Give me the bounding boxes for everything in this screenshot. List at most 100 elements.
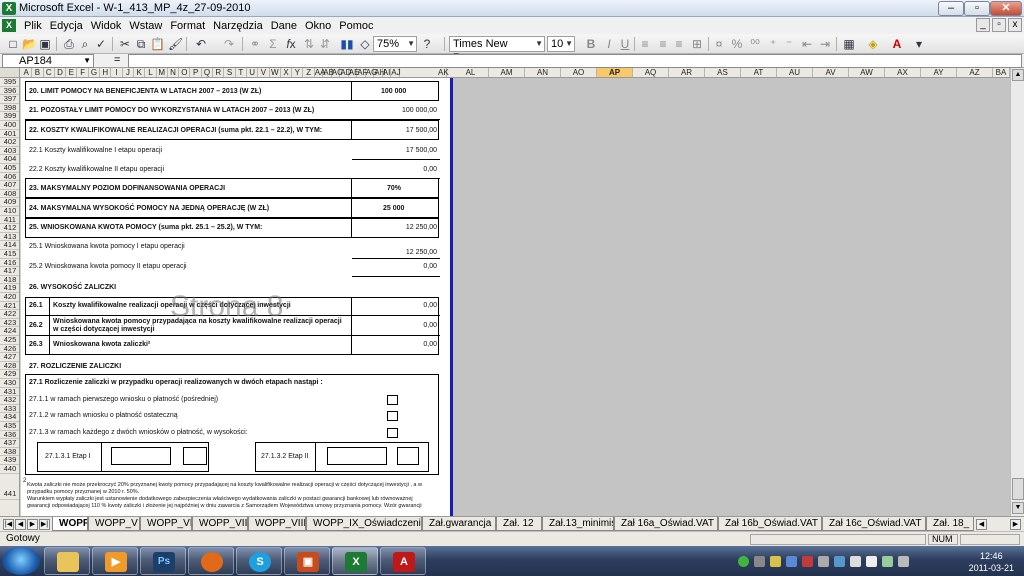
menu-format[interactable]: Format	[166, 20, 209, 32]
row25-value[interactable]: 12 250,00	[353, 224, 437, 231]
column-header-am[interactable]: AM	[489, 68, 525, 77]
fill-color-icon[interactable]: ◈	[866, 37, 880, 51]
column-header-ay[interactable]: AY	[921, 68, 957, 77]
column-header-i[interactable]: I	[111, 68, 123, 77]
column-header-c[interactable]: C	[44, 68, 55, 77]
column-header-p[interactable]: P	[191, 68, 202, 77]
column-header-av[interactable]: AV	[813, 68, 849, 77]
scroll-down-icon[interactable]: ▼	[1012, 502, 1024, 514]
column-header-at[interactable]: AT	[741, 68, 777, 77]
menu-narzedzia[interactable]: Narzędzia	[209, 20, 267, 32]
font-color-icon[interactable]: A	[890, 37, 904, 51]
column-header-v[interactable]: V	[258, 68, 270, 77]
etap2-amount-input[interactable]	[327, 447, 387, 465]
column-header-r[interactable]: R	[213, 68, 225, 77]
tray-skype-icon[interactable]	[738, 556, 749, 567]
italic-button[interactable]: I	[602, 37, 616, 51]
percent-button[interactable]: %	[730, 37, 744, 51]
column-header-m[interactable]: M	[157, 68, 168, 77]
select-all-corner[interactable]	[0, 68, 20, 77]
scroll-thumb[interactable]	[1012, 478, 1024, 500]
sheet-tab-12[interactable]: Zał. 18_	[926, 517, 974, 531]
font-select[interactable]: Times New Roman▼	[449, 36, 545, 64]
excel-doc-icon[interactable]: X	[2, 19, 16, 32]
menu-dane[interactable]: Dane	[267, 20, 301, 32]
taskbar-powerpoint[interactable]: ▣	[284, 547, 330, 575]
column-header-ai[interactable]: AI	[383, 68, 392, 77]
column-header-ag[interactable]: AG	[366, 68, 377, 77]
column-header-ba[interactable]: BA	[993, 68, 1010, 77]
column-header-ak[interactable]: AK	[438, 68, 449, 77]
function-icon[interactable]: fx	[284, 37, 298, 51]
column-header-au[interactable]: AU	[777, 68, 813, 77]
row20-value[interactable]: 100 000	[381, 88, 406, 95]
tray-app-icon[interactable]	[898, 556, 909, 567]
menu-widok[interactable]: Widok	[87, 20, 126, 32]
font-size-select[interactable]: 10 ▼	[547, 36, 575, 52]
align-center-icon[interactable]: ≡	[656, 37, 670, 51]
row25-2-value[interactable]: 0,00	[353, 263, 437, 270]
column-header-w[interactable]: W	[270, 68, 281, 77]
column-header-as[interactable]: AS	[705, 68, 741, 77]
checkbox-27-1-3[interactable]	[387, 428, 398, 438]
thousands-icon[interactable]: ⁰⁰	[748, 37, 762, 51]
increase-decimal-icon[interactable]: ⁺	[766, 37, 780, 51]
column-header-h[interactable]: H	[100, 68, 112, 77]
start-button[interactable]	[2, 547, 40, 575]
scroll-up-icon[interactable]: ▲	[1012, 69, 1024, 81]
formula-input[interactable]	[128, 54, 1022, 68]
doc-restore-button[interactable]: ▫	[992, 18, 1006, 32]
doc-minimize-button[interactable]: _	[976, 18, 990, 32]
column-header-x[interactable]: X	[281, 68, 293, 77]
underline-button[interactable]: U	[618, 37, 632, 51]
row22-1-value[interactable]: 17 500,00	[353, 147, 437, 154]
column-header-aa[interactable]: AA	[315, 68, 325, 77]
column-header-u[interactable]: U	[247, 68, 259, 77]
chart-wizard-icon[interactable]: ▮▮	[340, 37, 354, 51]
format-painter-icon[interactable]: 🖌	[168, 37, 183, 51]
column-header-f[interactable]: F	[78, 68, 89, 77]
close-button[interactable]: ✕	[990, 1, 1022, 16]
currency-icon[interactable]: ¤	[712, 37, 726, 51]
menu-wstaw[interactable]: Wstaw	[125, 20, 166, 32]
tab-last-icon[interactable]: ▶|	[39, 519, 50, 530]
restore-button[interactable]: ▫	[964, 1, 990, 16]
row24-value[interactable]: 25 000	[383, 205, 404, 212]
column-header-b[interactable]: B	[32, 68, 44, 77]
row-header-441[interactable]: 441	[0, 488, 19, 500]
sheet-tab-2[interactable]: WOPP_VI	[140, 517, 192, 531]
tab-next-icon[interactable]: ▶	[27, 519, 38, 530]
menu-pomoc[interactable]: Pomoc	[335, 20, 377, 32]
name-box[interactable]: AP184 ▼	[2, 54, 94, 68]
column-header-y[interactable]: Y	[292, 68, 304, 77]
column-header-aj[interactable]: AJ	[391, 68, 401, 77]
column-header-af[interactable]: AF	[357, 68, 368, 77]
column-header-ac[interactable]: AC	[332, 68, 343, 77]
new-icon[interactable]: □	[6, 37, 20, 51]
column-header-d[interactable]: D	[55, 68, 67, 77]
decrease-indent-icon[interactable]: ⇤	[800, 37, 814, 51]
sort-asc-icon[interactable]: ⇅	[302, 37, 316, 51]
taskbar-firefox[interactable]	[188, 547, 234, 575]
tray-app-icon[interactable]	[786, 556, 797, 567]
column-header-ap[interactable]: AP	[597, 68, 633, 77]
column-header-al[interactable]: AL	[453, 68, 489, 77]
column-header-ar[interactable]: AR	[669, 68, 705, 77]
open-icon[interactable]: 📂	[22, 37, 37, 51]
taskbar-excel[interactable]: X	[332, 547, 378, 575]
column-header-aw[interactable]: AW	[849, 68, 885, 77]
paste-icon[interactable]: 📋	[150, 37, 165, 51]
column-header-l[interactable]: L	[145, 68, 157, 77]
column-header-k[interactable]: K	[134, 68, 146, 77]
tray-app-icon[interactable]	[802, 556, 813, 567]
sheet-tab-6[interactable]: Zał.gwarancja	[422, 517, 496, 531]
print-preview-icon[interactable]: ⌕	[78, 37, 92, 51]
sheet-tab-5[interactable]: WOPP_IX_Oświadczenie	[306, 517, 422, 531]
column-header-ab[interactable]: AB	[323, 68, 334, 77]
menu-edycja[interactable]: Edycja	[46, 20, 87, 32]
tray-app-icon[interactable]	[754, 556, 765, 567]
decrease-decimal-icon[interactable]: ⁻	[782, 37, 796, 51]
sheet-tab-4[interactable]: WOPP_VIII	[248, 517, 306, 531]
bold-button[interactable]: B	[584, 37, 598, 51]
clock[interactable]: 12:46 2011-03-21	[969, 550, 1014, 574]
